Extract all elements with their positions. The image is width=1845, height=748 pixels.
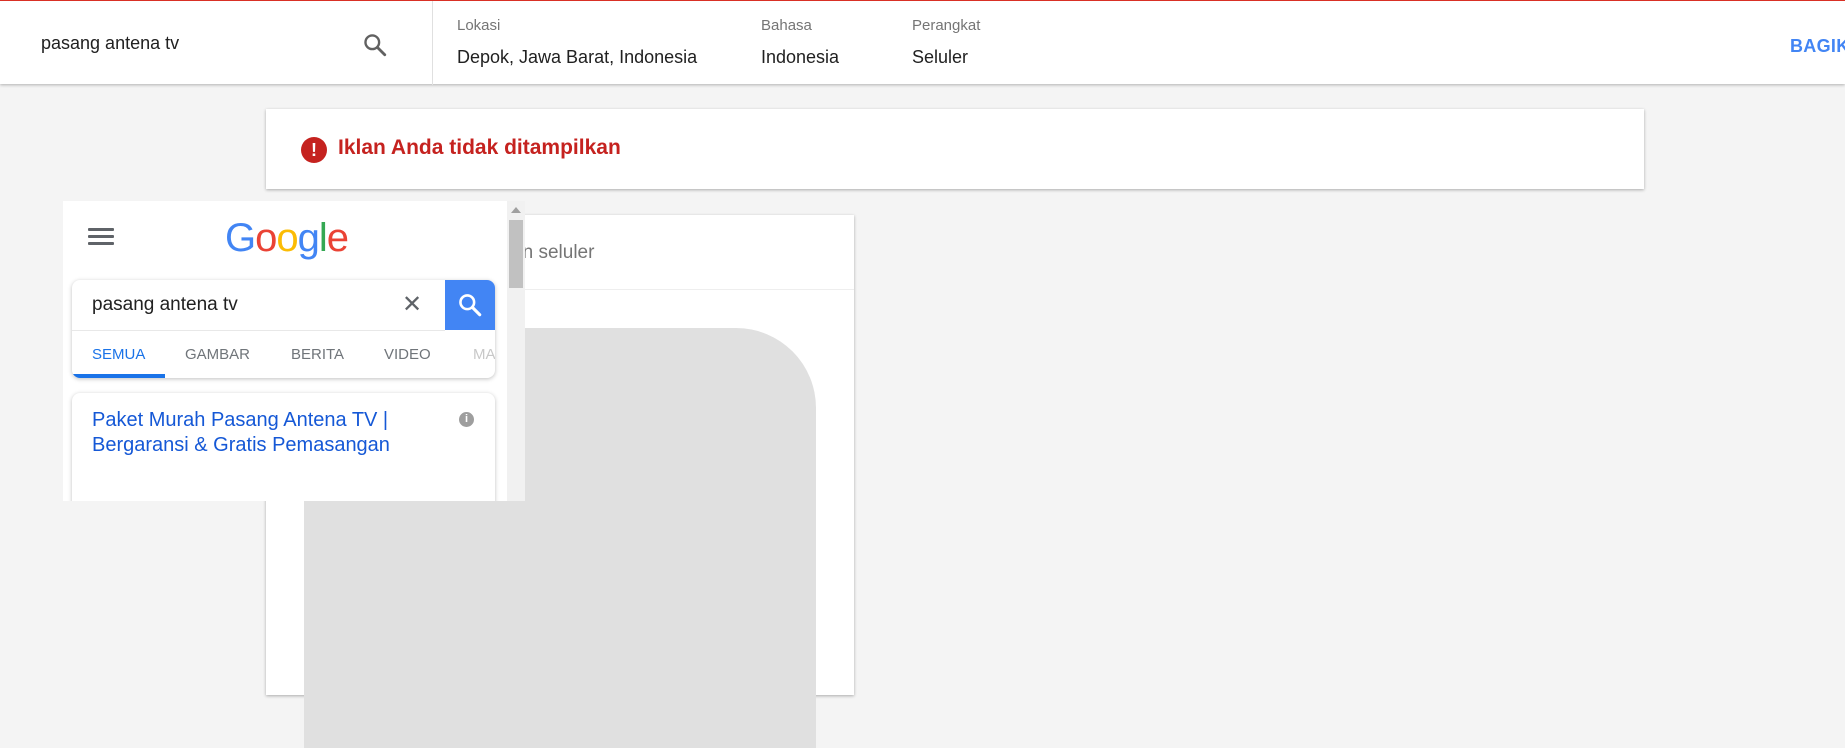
clear-icon[interactable]: ✕ [402, 290, 422, 319]
tab-news[interactable]: BERITA [291, 346, 344, 363]
mobile-search-button[interactable] [445, 280, 495, 330]
search-divider [72, 330, 445, 331]
hamburger-menu-icon[interactable] [88, 228, 114, 248]
top-bar: pasang antena tv Lokasi Depok, Jawa Bara… [0, 0, 1845, 85]
query-text[interactable]: pasang antena tv [41, 33, 179, 54]
preview-scrollbar[interactable] [507, 201, 525, 501]
param-device[interactable]: Perangkat Seluler [912, 16, 980, 68]
param-location-value[interactable]: Depok, Jawa Barat, Indonesia [457, 46, 697, 68]
active-tab-indicator [72, 374, 165, 378]
param-language-value[interactable]: Indonesia [761, 46, 839, 68]
param-language[interactable]: Bahasa Indonesia [761, 16, 839, 68]
info-icon[interactable]: i [459, 412, 474, 427]
tab-all[interactable]: SEMUA [92, 346, 145, 363]
alert-card: ! Iklan Anda tidak ditampilkan [266, 109, 1644, 189]
query-box[interactable]: pasang antena tv [0, 1, 433, 85]
param-location[interactable]: Lokasi Depok, Jawa Barat, Indonesia [457, 16, 697, 68]
tab-images[interactable]: GAMBAR [185, 346, 250, 363]
param-location-label: Lokasi [457, 17, 501, 34]
share-button[interactable]: BAGIKAN [1790, 36, 1845, 57]
error-icon: ! [301, 137, 327, 163]
ad-result-title[interactable]: Paket Murah Pasang Antena TV | Bergarans… [92, 408, 422, 458]
search-icon [459, 294, 482, 317]
phone-screen[interactable]: Google pasang antena tv ✕ SEMUA GAMBAR B… [63, 201, 525, 501]
scroll-thumb[interactable] [509, 220, 523, 288]
scroll-up-arrow-icon[interactable] [511, 207, 521, 213]
param-language-label: Bahasa [761, 17, 812, 34]
ad-result-card[interactable]: Paket Murah Pasang Antena TV | Bergarans… [72, 393, 495, 501]
mobile-search-input[interactable]: pasang antena tv [92, 294, 238, 316]
google-logo: Google [225, 216, 349, 260]
mobile-search-box: pasang antena tv ✕ SEMUA GAMBAR BERITA V… [72, 280, 495, 378]
tab-videos[interactable]: VIDEO [384, 346, 431, 363]
alert-message: Iklan Anda tidak ditampilkan [338, 136, 621, 159]
tab-more[interactable]: MA [473, 346, 495, 363]
search-icon[interactable] [362, 32, 388, 58]
param-device-label: Perangkat [912, 17, 981, 34]
param-device-value[interactable]: Seluler [912, 46, 980, 68]
